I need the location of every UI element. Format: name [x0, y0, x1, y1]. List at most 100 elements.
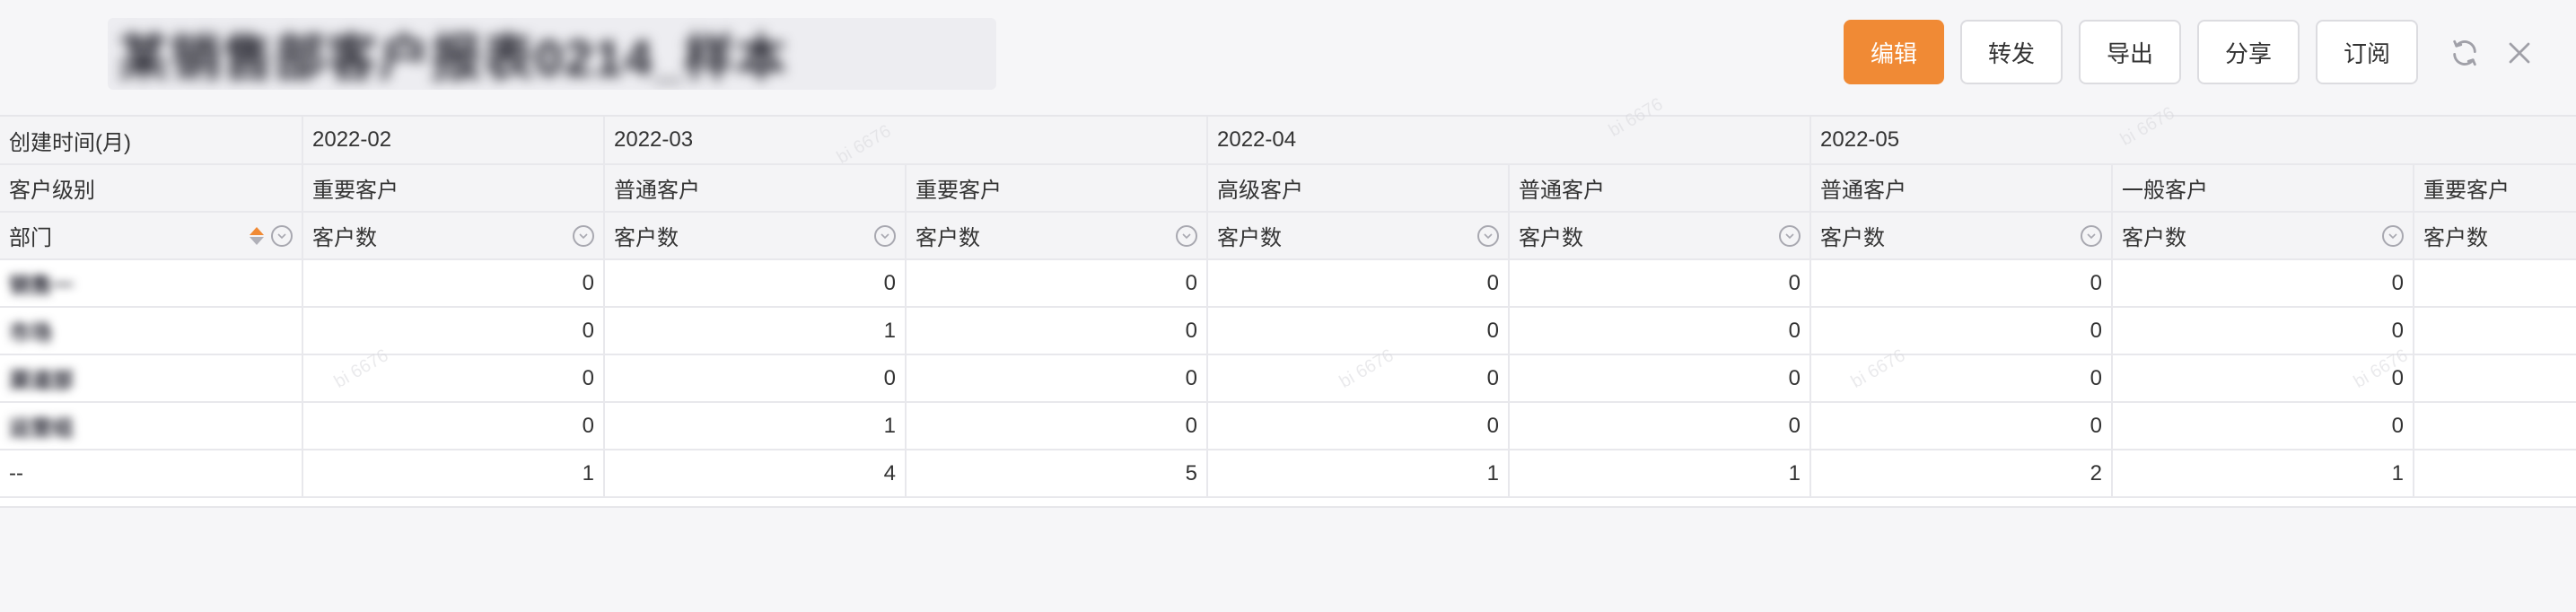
close-icon[interactable]: [2499, 32, 2540, 74]
measure-header: 客户数: [1810, 212, 2114, 260]
value-cell: 0: [2112, 259, 2415, 308]
value-cell: 1: [1509, 450, 1812, 498]
month-header: 2022-04: [1207, 117, 1812, 165]
created-month-header: 创建时间(月): [0, 117, 303, 165]
department-name: 渠道部: [9, 369, 74, 393]
department-header-label: 部门: [9, 226, 52, 250]
value-cell: 0: [1509, 402, 1812, 450]
level-header: 普通客户: [1810, 164, 2114, 213]
value-cell: 1: [2112, 450, 2415, 498]
month-header-row: 创建时间(月) 2022-02 2022-03 2022-04 2022-05: [0, 117, 2576, 165]
value-cell: 0: [906, 354, 1209, 403]
measure-header: 客户数: [1207, 212, 1511, 260]
department-name: 运营组: [9, 416, 74, 441]
value-cell: [2414, 402, 2576, 450]
value-cell: 0: [2112, 307, 2415, 355]
refresh-icon[interactable]: [2444, 32, 2485, 74]
value-cell: 0: [1810, 402, 2114, 450]
level-header: 一般客户: [2112, 164, 2415, 213]
department-name: 市场: [9, 321, 52, 345]
value-cell: 0: [1509, 354, 1812, 403]
customer-level-header: 客户级别: [0, 164, 303, 213]
table-row: 渠道部 0 0 0 0 0 0 0: [0, 354, 2576, 403]
measure-label: 客户数: [1820, 226, 1886, 250]
measure-label: 客户数: [614, 226, 679, 250]
month-header: 2022-03: [604, 117, 1209, 165]
subscribe-button[interactable]: 订阅: [2316, 20, 2418, 84]
value-cell: 0: [604, 354, 907, 403]
chevron-down-icon[interactable]: [1779, 224, 1801, 247]
value-cell: [2414, 354, 2576, 403]
level-header-row: 客户级别 重要客户 普通客户 重要客户 高级客户 普通客户 普通客户 一般客户 …: [0, 164, 2576, 213]
department-cell: --: [0, 450, 303, 498]
value-cell: 0: [1509, 307, 1812, 355]
measure-header: 客户数: [2112, 212, 2415, 260]
department-name: 销售一: [9, 274, 74, 298]
measure-header-row: 部门 客户数 客户数 客户数 客户数 客户数 客户数 客户数 客户数: [0, 212, 2576, 260]
top-bar: 某销售部客户报表0214_样本 编辑 转发 导出 分享 订阅: [0, 0, 2576, 115]
table-row: 市场 0 1 0 0 0 0 0: [0, 307, 2576, 355]
chevron-down-icon[interactable]: [2382, 224, 2405, 247]
measure-label: 客户数: [312, 226, 377, 250]
level-header: 重要客户: [302, 164, 605, 213]
table-row: 销售一 0 0 0 0 0 0 0: [0, 259, 2576, 308]
value-cell: 0: [1207, 402, 1511, 450]
department-cell: 运营组: [0, 402, 303, 450]
chevron-down-icon[interactable]: [874, 224, 896, 247]
month-header: 2022-05: [1810, 117, 2576, 165]
measure-label: 客户数: [2423, 226, 2489, 250]
value-cell: 0: [906, 402, 1209, 450]
value-cell: 0: [302, 259, 605, 308]
report-title: 某销售部客户报表0214_样本: [108, 18, 996, 90]
chevron-down-icon[interactable]: [271, 224, 293, 247]
table-row: 运营组 0 1 0 0 0 0 0: [0, 402, 2576, 450]
value-cell: 0: [604, 259, 907, 308]
value-cell: 1: [302, 450, 605, 498]
pivot-table: 创建时间(月) 2022-02 2022-03 2022-04 2022-05 …: [0, 115, 2576, 508]
chevron-down-icon[interactable]: [573, 224, 594, 247]
value-cell: [2414, 307, 2576, 355]
table-row: -- 1 4 5 1 1 2 1: [0, 450, 2576, 498]
sort-icon[interactable]: [250, 226, 264, 245]
department-cell: 渠道部: [0, 354, 303, 403]
measure-header: 客户数: [302, 212, 605, 260]
value-cell: 0: [1810, 259, 2114, 308]
level-header: 重要客户: [2414, 164, 2576, 213]
value-cell: 0: [302, 354, 605, 403]
value-cell: 0: [2112, 402, 2415, 450]
month-header: 2022-02: [302, 117, 605, 165]
level-header: 普通客户: [1509, 164, 1812, 213]
level-header: 普通客户: [604, 164, 907, 213]
value-cell: 0: [2112, 354, 2415, 403]
measure-label: 客户数: [916, 226, 980, 250]
value-cell: 0: [1207, 259, 1511, 308]
measure-header: 客户数: [604, 212, 907, 260]
value-cell: 1: [604, 307, 907, 355]
chevron-down-icon[interactable]: [1176, 224, 1198, 247]
measure-header: 客户数: [906, 212, 1209, 260]
forward-button[interactable]: 转发: [1960, 20, 2063, 84]
measure-label: 客户数: [2122, 226, 2187, 250]
department-cell: 市场: [0, 307, 303, 355]
value-cell: [2414, 450, 2576, 498]
value-cell: 2: [1810, 450, 2114, 498]
value-cell: 0: [906, 259, 1209, 308]
export-button[interactable]: 导出: [2079, 20, 2181, 84]
measure-header: 客户数: [2414, 212, 2576, 260]
value-cell: 5: [906, 450, 1209, 498]
report-title-text: 某销售部客户报表0214_样本: [118, 29, 788, 86]
share-button[interactable]: 分享: [2197, 20, 2300, 84]
value-cell: 0: [906, 307, 1209, 355]
value-cell: 1: [1207, 450, 1511, 498]
value-cell: 0: [302, 402, 605, 450]
value-cell: 0: [1207, 354, 1511, 403]
value-cell: [2414, 259, 2576, 308]
measure-header: 客户数: [1509, 212, 1812, 260]
value-cell: 0: [1207, 307, 1511, 355]
edit-button[interactable]: 编辑: [1844, 20, 1944, 84]
chevron-down-icon[interactable]: [1477, 224, 1500, 247]
chevron-down-icon[interactable]: [2081, 224, 2103, 247]
value-cell: 0: [302, 307, 605, 355]
level-header: 高级客户: [1207, 164, 1511, 213]
level-header: 重要客户: [906, 164, 1209, 213]
